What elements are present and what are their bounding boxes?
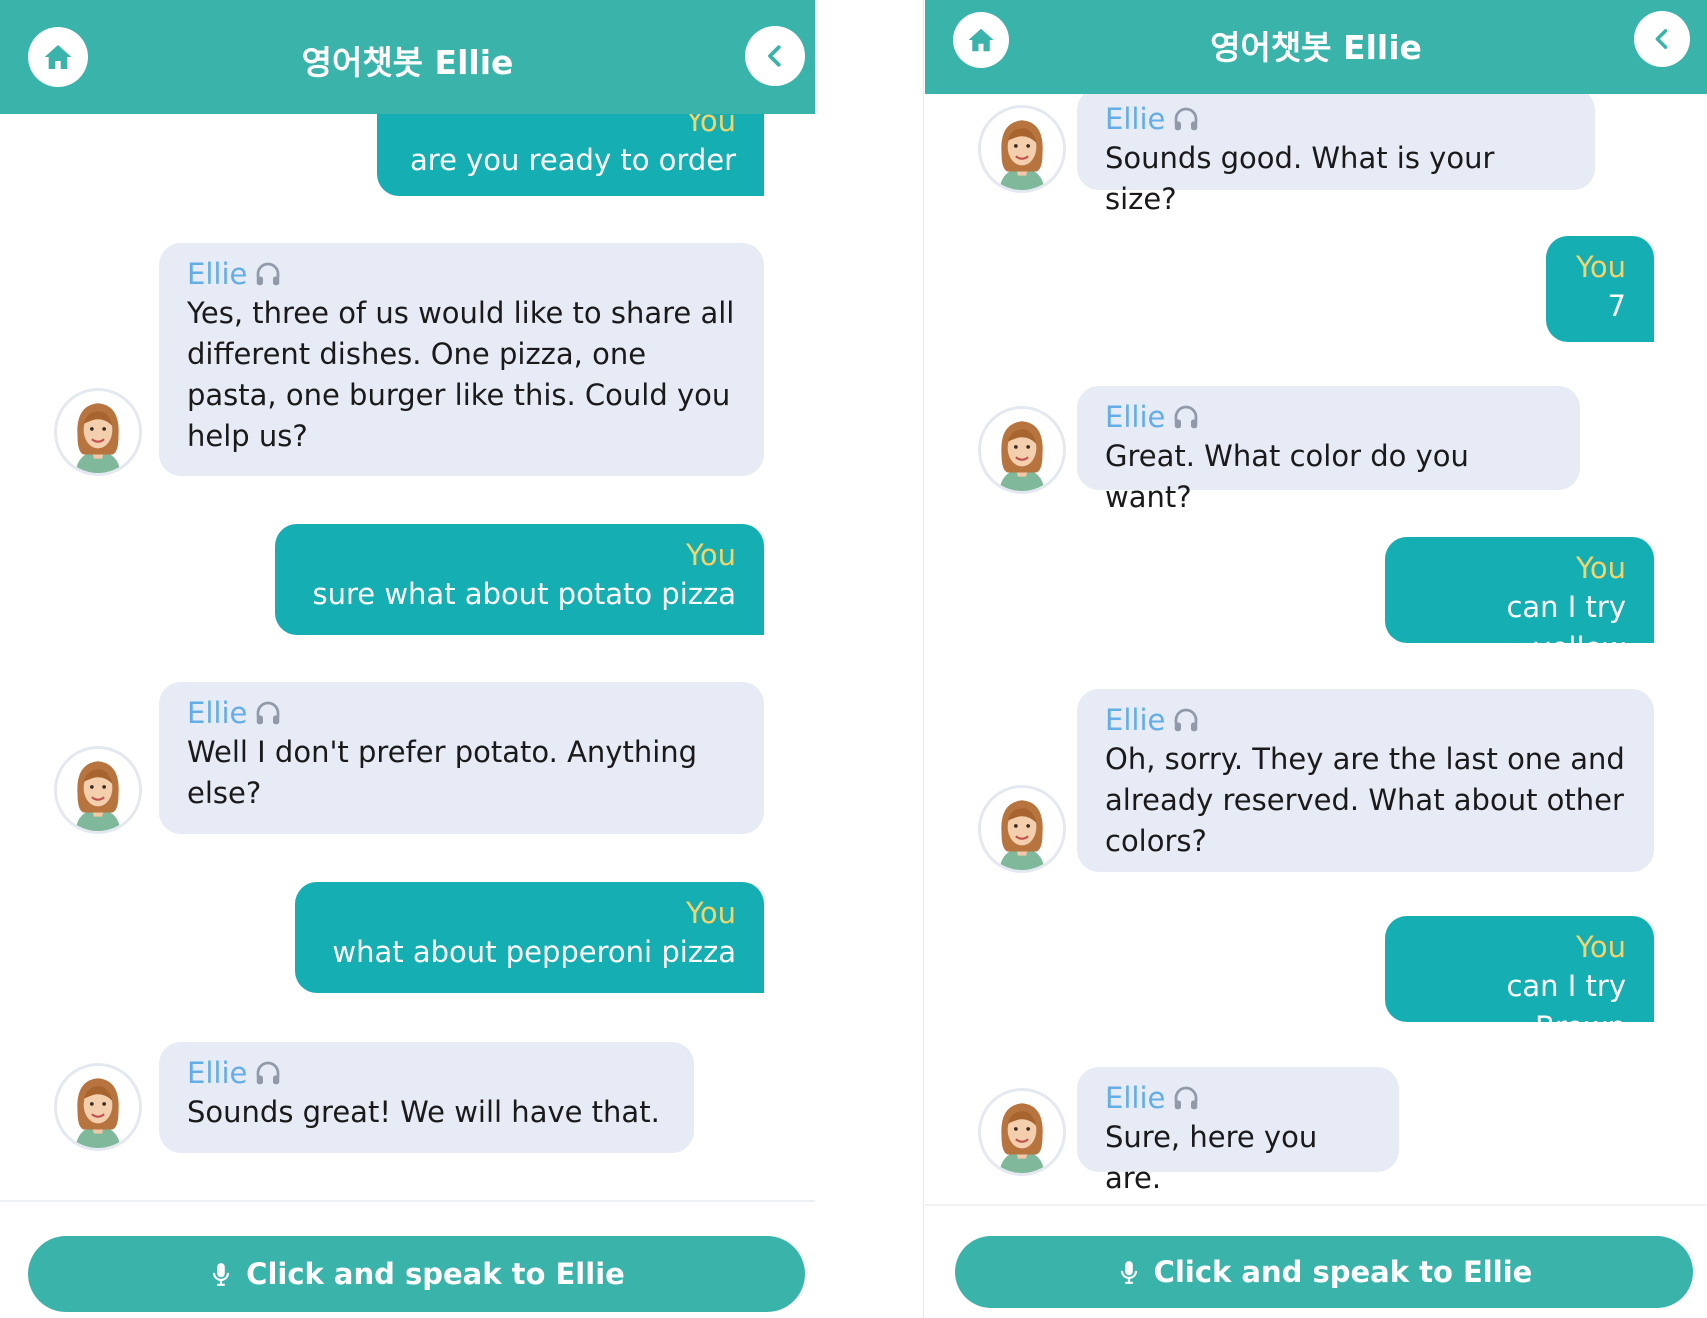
bot-message: Ellie Sounds great! We will have that. <box>159 1042 694 1153</box>
input-bar: Click and speak to Ellie <box>0 1200 815 1318</box>
sender-name: Ellie <box>1105 703 1166 737</box>
message-list[interactable]: You are you ready to order Ellie Yes, th… <box>0 0 815 1200</box>
ellie-avatar <box>54 388 142 476</box>
sender-name: You <box>686 896 736 930</box>
sender-name: Ellie <box>1105 400 1166 434</box>
input-bar: Click and speak to Ellie <box>925 1204 1707 1318</box>
ellie-avatar <box>978 785 1066 873</box>
sender-name: Ellie <box>187 696 248 730</box>
ellie-avatar <box>978 406 1066 494</box>
ellie-avatar <box>54 1063 142 1151</box>
sender-name: Ellie <box>1105 102 1166 136</box>
app-header: 영어챗봇 Ellie <box>925 0 1707 94</box>
message-text: Oh, sorry. They are the last one and alr… <box>1105 742 1625 858</box>
message-text: what about pepperoni pizza <box>332 935 736 969</box>
page-title: 영어챗봇 Ellie <box>301 43 514 82</box>
sender-name: Ellie <box>187 257 248 291</box>
message-text: Great. What color do you want? <box>1105 439 1469 514</box>
message-text: Yes, three of us would like to share all… <box>187 296 735 453</box>
sender-name: You <box>1576 551 1626 585</box>
left-chat-panel: You are you ready to order Ellie Yes, th… <box>0 0 815 1318</box>
panel-divider <box>923 0 924 1318</box>
chevron-left-icon <box>760 41 790 71</box>
back-button[interactable] <box>1634 11 1690 67</box>
sender-name: You <box>686 538 736 572</box>
message-text: can I try Brown <box>1506 969 1626 1044</box>
message-text: are you ready to order <box>410 143 736 177</box>
message-text: Sure, here you are. <box>1105 1120 1318 1195</box>
back-button[interactable] <box>745 26 805 86</box>
sender-name: Ellie <box>1105 1081 1166 1115</box>
microphone-icon <box>1116 1255 1142 1289</box>
user-message: You can I try yellow <box>1385 537 1654 665</box>
message-list[interactable]: Ellie Sounds good. What is your size? Yo… <box>925 0 1707 1204</box>
headphones-icon[interactable] <box>253 698 283 728</box>
message-text: Well I don't prefer potato. Anything els… <box>187 735 698 810</box>
bot-message: Ellie Sure, here you are. <box>1077 1067 1399 1195</box>
page-title: 영어챗봇 Ellie <box>1210 28 1422 67</box>
speak-button[interactable]: Click and speak to Ellie <box>955 1236 1693 1308</box>
chevron-left-icon <box>1648 25 1676 53</box>
sender-name: You <box>1576 250 1626 284</box>
message-text: can I try yellow <box>1506 590 1626 665</box>
headphones-icon[interactable] <box>1171 705 1201 735</box>
headphones-icon[interactable] <box>1171 104 1201 134</box>
bot-message: Ellie Great. What color do you want? <box>1077 386 1580 514</box>
microphone-icon <box>208 1257 234 1291</box>
message-text: Sounds great! We will have that. <box>187 1095 660 1129</box>
message-text: 7 <box>1607 289 1626 323</box>
speak-button-label: Click and speak to Ellie <box>246 1257 625 1291</box>
ellie-avatar <box>978 105 1066 193</box>
user-message: You 7 <box>1546 236 1654 342</box>
headphones-icon[interactable] <box>1171 402 1201 432</box>
bot-message: Ellie Yes, three of us would like to sha… <box>159 243 764 476</box>
bot-message: Ellie Well I don't prefer potato. Anythi… <box>159 682 764 834</box>
speak-button-label: Click and speak to Ellie <box>1153 1255 1533 1289</box>
message-text: Sounds good. What is your size? <box>1105 141 1495 216</box>
headphones-icon[interactable] <box>253 259 283 289</box>
bot-message: Ellie Oh, sorry. They are the last one a… <box>1077 689 1654 872</box>
headphones-icon[interactable] <box>253 1058 283 1088</box>
user-message: You can I try Brown <box>1385 916 1654 1044</box>
user-message: You sure what about potato pizza <box>275 524 764 635</box>
sender-name: Ellie <box>187 1056 248 1090</box>
speak-button[interactable]: Click and speak to Ellie <box>28 1236 805 1312</box>
sender-name: You <box>1576 930 1626 964</box>
right-chat-panel: Ellie Sounds good. What is your size? Yo… <box>925 0 1707 1318</box>
bot-message: Ellie Sounds good. What is your size? <box>1077 88 1595 216</box>
user-message: You what about pepperoni pizza <box>295 882 764 993</box>
app-header: 영어챗봇 Ellie <box>0 0 815 114</box>
ellie-avatar <box>978 1088 1066 1176</box>
headphones-icon[interactable] <box>1171 1083 1201 1113</box>
ellie-avatar <box>54 746 142 834</box>
message-text: sure what about potato pizza <box>312 577 737 611</box>
